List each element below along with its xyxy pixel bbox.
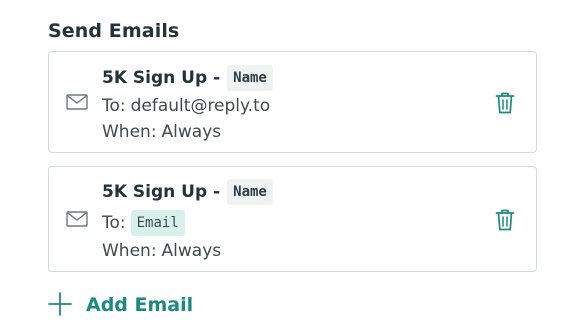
trash-icon[interactable] — [495, 208, 515, 232]
mail-icon — [66, 211, 88, 227]
email-trigger: When: Always — [102, 241, 221, 261]
plus-icon — [48, 292, 72, 316]
when-value: Always — [161, 122, 222, 142]
email-trigger: When: Always — [102, 122, 221, 142]
email-tag: Email — [130, 210, 185, 236]
section-title: Send Emails — [48, 20, 180, 42]
add-email-button[interactable]: Add Email — [48, 292, 193, 316]
mail-icon — [66, 94, 88, 110]
add-email-label: Add Email — [86, 294, 194, 316]
email-title: 5K Sign Up - Name — [102, 179, 273, 205]
email-card: 5K Sign Up - Name To: default@reply.to W… — [48, 51, 537, 153]
email-title: 5K Sign Up - Name — [102, 65, 273, 91]
to-label: To: — [102, 96, 126, 116]
trash-icon[interactable] — [495, 91, 515, 115]
email-recipient: To: Email — [102, 210, 185, 236]
to-label: To: — [102, 213, 126, 233]
when-label: When: — [102, 122, 157, 142]
email-recipient: To: default@reply.to — [102, 96, 270, 116]
email-title-text: 5K Sign Up - — [102, 182, 221, 202]
name-tag: Name — [227, 65, 273, 91]
email-title-text: 5K Sign Up - — [102, 68, 221, 88]
when-label: When: — [102, 241, 157, 261]
email-card: 5K Sign Up - Name To: Email When: Always — [48, 166, 537, 272]
to-value: default@reply.to — [130, 96, 271, 116]
name-tag: Name — [227, 179, 273, 205]
when-value: Always — [161, 241, 222, 261]
